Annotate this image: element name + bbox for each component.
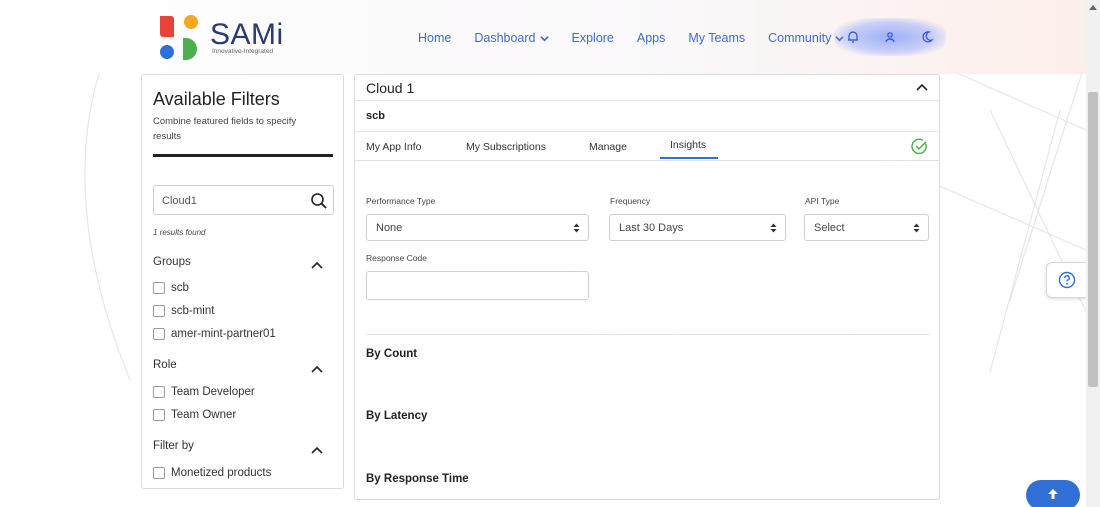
filters-divider bbox=[153, 154, 333, 157]
nav-apps-label: Apps bbox=[636, 31, 666, 45]
filters-subtitle: Combine featured fields to specify resul… bbox=[153, 116, 297, 142]
select-value: Select bbox=[814, 222, 845, 234]
bell-icon[interactable] bbox=[845, 29, 861, 45]
chevron-up-icon[interactable] bbox=[915, 81, 929, 95]
performance-type-select[interactable]: None bbox=[366, 214, 589, 241]
select-value: Last 30 Days bbox=[619, 222, 684, 234]
by-response-time-heading: By Response Time bbox=[366, 473, 469, 485]
nav-home[interactable]: Home bbox=[418, 31, 451, 45]
chevron-down-icon bbox=[539, 35, 549, 41]
tab-bar: My App Info My Subscriptions Manage Insi… bbox=[355, 131, 939, 161]
sort-arrows-icon bbox=[770, 223, 777, 233]
nav-community-label: Community bbox=[768, 31, 832, 45]
by-latency-heading: By Latency bbox=[366, 410, 428, 422]
tab-manage[interactable]: Manage bbox=[589, 141, 627, 153]
header-icon-group bbox=[834, 18, 946, 56]
help-button[interactable] bbox=[1046, 262, 1086, 298]
checkbox[interactable] bbox=[153, 328, 165, 340]
filter-option-row[interactable]: Monetized products bbox=[153, 467, 271, 479]
chevron-up-icon[interactable] bbox=[310, 259, 324, 273]
performance-type-label: Performance Type bbox=[366, 196, 436, 206]
filter-by-heading: Filter by bbox=[153, 440, 194, 452]
select-value: None bbox=[376, 222, 403, 234]
checkbox[interactable] bbox=[153, 282, 165, 294]
scroll-up-arrow-icon[interactable] bbox=[1089, 5, 1097, 10]
filter-option-row[interactable]: Team Developer bbox=[153, 386, 255, 398]
frequency-select[interactable]: Last 30 Days bbox=[609, 214, 786, 241]
results-count: 1 results found bbox=[153, 228, 206, 237]
brand-name: SAMi bbox=[210, 18, 284, 51]
nav-home-label: Home bbox=[418, 31, 452, 45]
nav-dashboard[interactable]: Dashboard bbox=[474, 31, 549, 45]
nav-my-teams-label: My Teams bbox=[688, 31, 746, 45]
nav-my-teams[interactable]: My Teams bbox=[688, 31, 745, 45]
page-scrollbar[interactable] bbox=[1086, 0, 1100, 507]
app-title: Cloud 1 bbox=[366, 80, 415, 96]
frequency-label: Frequency bbox=[610, 196, 651, 206]
option-label: Monetized products bbox=[171, 467, 272, 479]
checkbox[interactable] bbox=[153, 305, 165, 317]
option-label: scb bbox=[171, 282, 189, 294]
sort-arrows-icon bbox=[913, 223, 920, 233]
filters-title: Available Filters bbox=[153, 89, 280, 109]
sami-logo[interactable]: SAMi Innovative-Integrated bbox=[158, 14, 288, 62]
nav-apps[interactable]: Apps bbox=[637, 31, 666, 45]
filter-option-row[interactable]: amer-mint-partner01 bbox=[153, 328, 276, 340]
filter-option-row[interactable]: Team Owner bbox=[153, 409, 236, 421]
sort-arrows-icon bbox=[573, 223, 580, 233]
org-name: scb bbox=[366, 110, 385, 122]
nav-dashboard-label: Dashboard bbox=[474, 31, 536, 45]
option-label: Team Developer bbox=[171, 386, 255, 398]
question-circle-icon bbox=[1058, 271, 1075, 289]
moon-icon[interactable] bbox=[919, 29, 935, 45]
main-nav: Home Dashboard Explore Apps My Teams Com… bbox=[418, 28, 867, 48]
nav-explore-label: Explore bbox=[571, 31, 614, 45]
option-label: scb-mint bbox=[171, 305, 215, 317]
option-label: Team Owner bbox=[171, 409, 237, 421]
card-header[interactable]: Cloud 1 bbox=[355, 75, 939, 101]
logo-mark-icon bbox=[160, 15, 198, 60]
role-heading: Role bbox=[153, 359, 177, 371]
filter-search-box bbox=[153, 185, 334, 215]
nav-explore[interactable]: Explore bbox=[572, 31, 614, 45]
filter-search-input[interactable] bbox=[162, 192, 302, 210]
filter-option-row[interactable]: scb bbox=[153, 282, 189, 294]
arrow-up-icon bbox=[1048, 489, 1058, 499]
check-circle-icon bbox=[911, 138, 927, 155]
tab-my-app-info[interactable]: My App Info bbox=[366, 141, 421, 153]
api-type-select[interactable]: Select bbox=[804, 214, 929, 241]
filter-option-row[interactable]: scb-mint bbox=[153, 305, 214, 317]
tab-insights[interactable]: Insights bbox=[660, 139, 719, 159]
checkbox[interactable] bbox=[153, 409, 165, 421]
user-icon[interactable] bbox=[882, 29, 898, 45]
brand-tagline: Innovative-Integrated bbox=[212, 48, 274, 55]
chevron-up-icon[interactable] bbox=[310, 444, 324, 458]
chevron-up-icon[interactable] bbox=[310, 363, 324, 377]
option-label: amer-mint-partner01 bbox=[171, 328, 276, 340]
response-code-input[interactable] bbox=[366, 271, 589, 300]
groups-heading: Groups bbox=[153, 256, 191, 268]
filters-panel: Available Filters Combine featured field… bbox=[141, 74, 344, 489]
checkbox[interactable] bbox=[153, 386, 165, 398]
section-divider bbox=[366, 334, 930, 335]
top-header: SAMi Innovative-Integrated Home Dashboar… bbox=[0, 0, 1086, 74]
response-code-label: Response Code bbox=[366, 253, 427, 263]
tab-my-subscriptions[interactable]: My Subscriptions bbox=[466, 141, 546, 153]
search-icon[interactable] bbox=[310, 192, 328, 210]
api-type-label: API Type bbox=[805, 196, 840, 206]
scroll-to-top-button[interactable] bbox=[1026, 480, 1080, 507]
scrollbar-thumb[interactable] bbox=[1088, 92, 1098, 387]
checkbox[interactable] bbox=[153, 467, 165, 479]
by-count-heading: By Count bbox=[366, 348, 418, 360]
app-detail-card: Cloud 1 scb My App Info My Subscriptions… bbox=[354, 74, 940, 500]
nav-community[interactable]: Community bbox=[768, 31, 845, 45]
